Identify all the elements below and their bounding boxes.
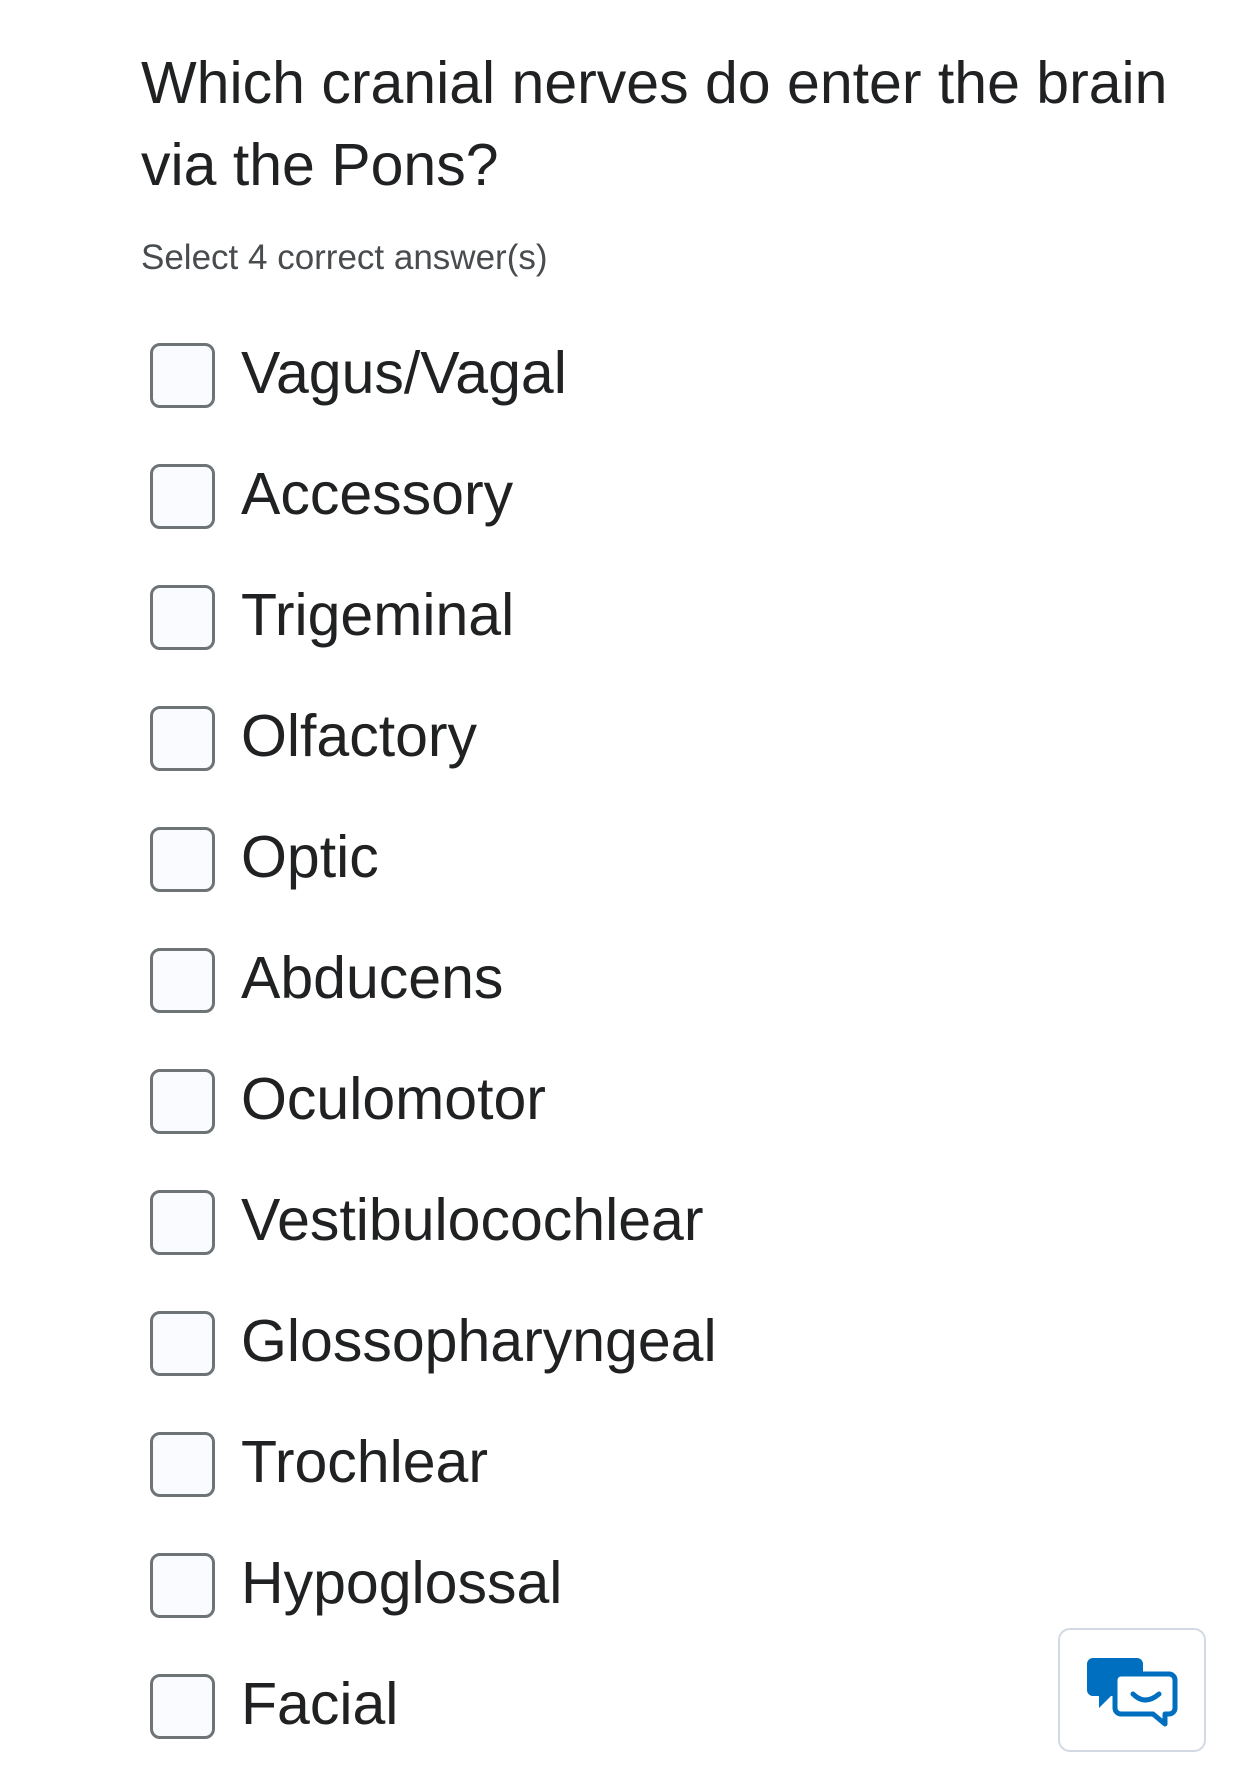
question-text: Which cranial nerves do enter the brain … bbox=[141, 50, 1168, 198]
answer-option-vagus[interactable]: Vagus/Vagal bbox=[150, 333, 717, 454]
checkbox[interactable] bbox=[150, 1674, 215, 1739]
answer-option-facial[interactable]: Facial bbox=[150, 1664, 717, 1785]
answer-option-optic[interactable]: Optic bbox=[150, 817, 717, 938]
option-label: Vestibulocochlear bbox=[241, 1187, 704, 1253]
option-label: Trigeminal bbox=[241, 582, 515, 648]
answer-option-vestibulocochlear[interactable]: Vestibulocochlear bbox=[150, 1180, 717, 1301]
option-label: Vagus/Vagal bbox=[241, 340, 567, 406]
checkbox[interactable] bbox=[150, 1432, 215, 1497]
option-label: Trochlear bbox=[241, 1429, 489, 1495]
answer-option-oculomotor[interactable]: Oculomotor bbox=[150, 1059, 717, 1180]
option-label: Oculomotor bbox=[241, 1066, 546, 1132]
answer-instruction: Select 4 correct answer(s) bbox=[141, 238, 548, 277]
checkbox[interactable] bbox=[150, 948, 215, 1013]
answer-option-hypoglossal[interactable]: Hypoglossal bbox=[150, 1543, 717, 1664]
checkbox[interactable] bbox=[150, 706, 215, 771]
answer-option-trochlear[interactable]: Trochlear bbox=[150, 1422, 717, 1543]
option-label: Abducens bbox=[241, 945, 504, 1011]
answer-option-olfactory[interactable]: Olfactory bbox=[150, 696, 717, 817]
answer-option-glossopharyngeal[interactable]: Glossopharyngeal bbox=[150, 1301, 717, 1422]
checkbox[interactable] bbox=[150, 343, 215, 408]
option-label: Accessory bbox=[241, 461, 514, 527]
option-label: Olfactory bbox=[241, 703, 478, 769]
checkbox[interactable] bbox=[150, 1311, 215, 1376]
option-label: Facial bbox=[241, 1671, 399, 1737]
option-label: Glossopharyngeal bbox=[241, 1308, 717, 1374]
checkbox[interactable] bbox=[150, 1553, 215, 1618]
answer-option-abducens[interactable]: Abducens bbox=[150, 938, 717, 1059]
answer-options-list: Vagus/Vagal Accessory Trigeminal Olfacto… bbox=[150, 333, 717, 1785]
chat-feedback-icon bbox=[1087, 1658, 1178, 1727]
checkbox[interactable] bbox=[150, 1190, 215, 1255]
checkbox[interactable] bbox=[150, 585, 215, 650]
checkbox[interactable] bbox=[150, 464, 215, 529]
answer-option-trigeminal[interactable]: Trigeminal bbox=[150, 575, 717, 696]
option-label: Optic bbox=[241, 824, 379, 890]
checkbox[interactable] bbox=[150, 1069, 215, 1134]
answer-option-accessory[interactable]: Accessory bbox=[150, 454, 717, 575]
option-label: Hypoglossal bbox=[241, 1550, 563, 1616]
checkbox[interactable] bbox=[150, 827, 215, 892]
feedback-button[interactable] bbox=[1058, 1628, 1206, 1752]
